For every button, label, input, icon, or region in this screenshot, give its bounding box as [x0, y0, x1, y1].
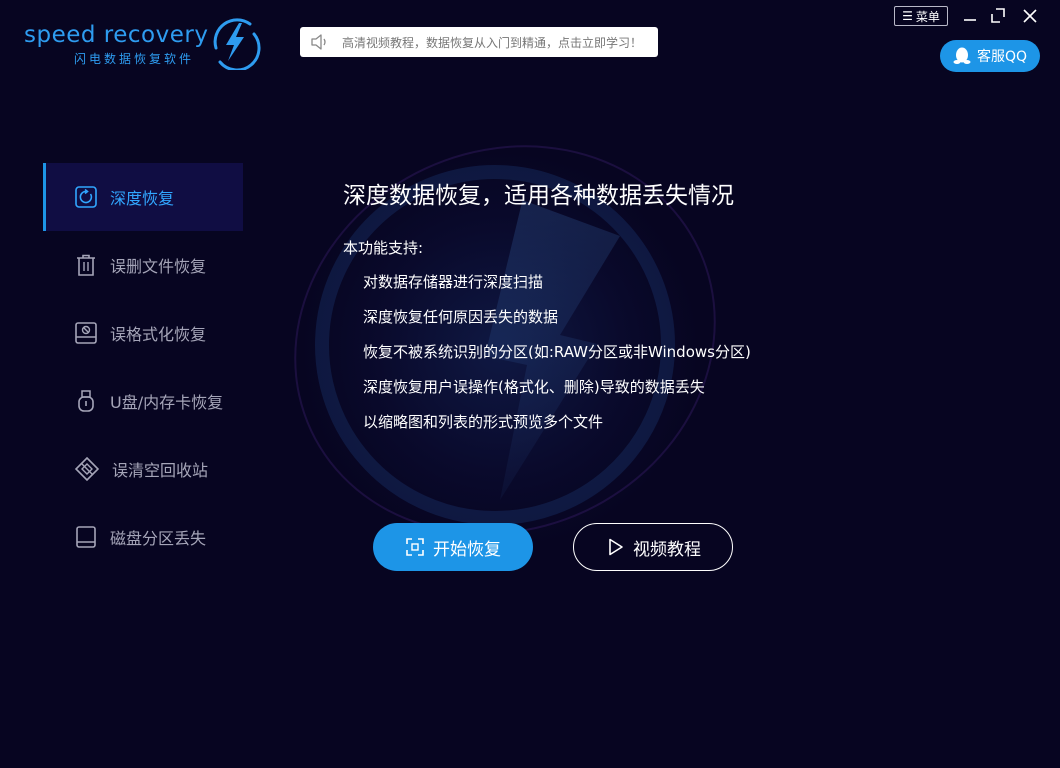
list-item: 恢复不被系统识别的分区(如:RAW分区或非Windows分区) [363, 343, 751, 361]
sidebar-item-usb-recovery[interactable]: U盘/内存卡恢复 [43, 367, 243, 435]
play-icon [609, 538, 623, 556]
start-recovery-label: 开始恢复 [433, 539, 501, 560]
feature-support-label: 本功能支持: [343, 239, 424, 257]
app-logo: speed recovery 闪电数据恢复软件 [24, 14, 264, 70]
customer-service-qq-button[interactable]: 客服QQ [940, 40, 1040, 72]
notice-text: 高清视频教程，数据恢复从入门到精通，点击立即学习！ [342, 35, 643, 50]
list-item: 深度恢复用户误操作(格式化、删除)导致的数据丢失 [363, 378, 705, 396]
recycle-bin-icon [74, 456, 100, 482]
speaker-icon [311, 34, 326, 50]
video-tutorial-button[interactable]: 视频教程 [573, 523, 733, 571]
sidebar-item-format-recovery[interactable]: 误格式化恢复 [43, 299, 243, 367]
sidebar-item-label: 误格式化恢复 [110, 325, 207, 344]
logo-subtitle: 闪电数据恢复软件 [74, 52, 195, 66]
qq-penguin-icon [953, 47, 971, 64]
format-disk-icon [75, 322, 97, 344]
logo-text: speed recovery [24, 22, 209, 48]
sidebar-item-label: 深度恢复 [110, 189, 175, 208]
minimize-icon[interactable] [960, 6, 980, 26]
start-recovery-button[interactable]: 开始恢复 [373, 523, 533, 571]
video-tutorial-label: 视频教程 [633, 539, 701, 560]
sidebar: 深度恢复 误删文件恢复 误格式化恢复 U盘/内存卡恢复 误清空回收站 磁盘分区丢… [43, 163, 243, 571]
sidebar-item-label: 磁盘分区丢失 [110, 529, 207, 548]
hamburger-icon: ☰ [902, 9, 913, 23]
support-label: 客服QQ [976, 49, 1028, 65]
page-title: 深度数据恢复，适用各种数据丢失情况 [343, 183, 734, 209]
list-item: 以缩略图和列表的形式预览多个文件 [363, 413, 604, 431]
trash-icon [77, 254, 95, 276]
sidebar-item-deep-recovery[interactable]: 深度恢复 [43, 163, 243, 231]
deep-recovery-icon [75, 186, 97, 208]
menu-label: 菜单 [915, 9, 940, 24]
list-item: 对数据存储器进行深度扫描 [363, 273, 544, 291]
disk-partition-icon [76, 526, 96, 548]
close-icon[interactable] [1020, 6, 1040, 26]
list-item: 深度恢复任何原因丢失的数据 [363, 308, 559, 326]
sidebar-item-label: U盘/内存卡恢复 [110, 393, 224, 412]
sidebar-item-recycle-bin[interactable]: 误清空回收站 [43, 435, 243, 503]
sidebar-item-disk-partition[interactable]: 磁盘分区丢失 [43, 503, 243, 571]
feature-list: 对数据存储器进行深度扫描 深度恢复任何原因丢失的数据 恢复不被系统识别的分区(如… [363, 270, 751, 445]
sidebar-item-label: 误删文件恢复 [110, 257, 207, 276]
scan-icon [406, 538, 424, 556]
menu-button[interactable]: ☰ 菜单 [894, 6, 948, 26]
lightning-logo-icon [213, 18, 261, 70]
sidebar-item-deleted-files[interactable]: 误删文件恢复 [43, 231, 243, 299]
sidebar-item-label: 误清空回收站 [112, 461, 209, 480]
notice-bar[interactable]: 高清视频教程，数据恢复从入门到精通，点击立即学习！ [300, 27, 658, 57]
maximize-icon[interactable] [988, 6, 1008, 26]
usb-icon [78, 390, 94, 412]
